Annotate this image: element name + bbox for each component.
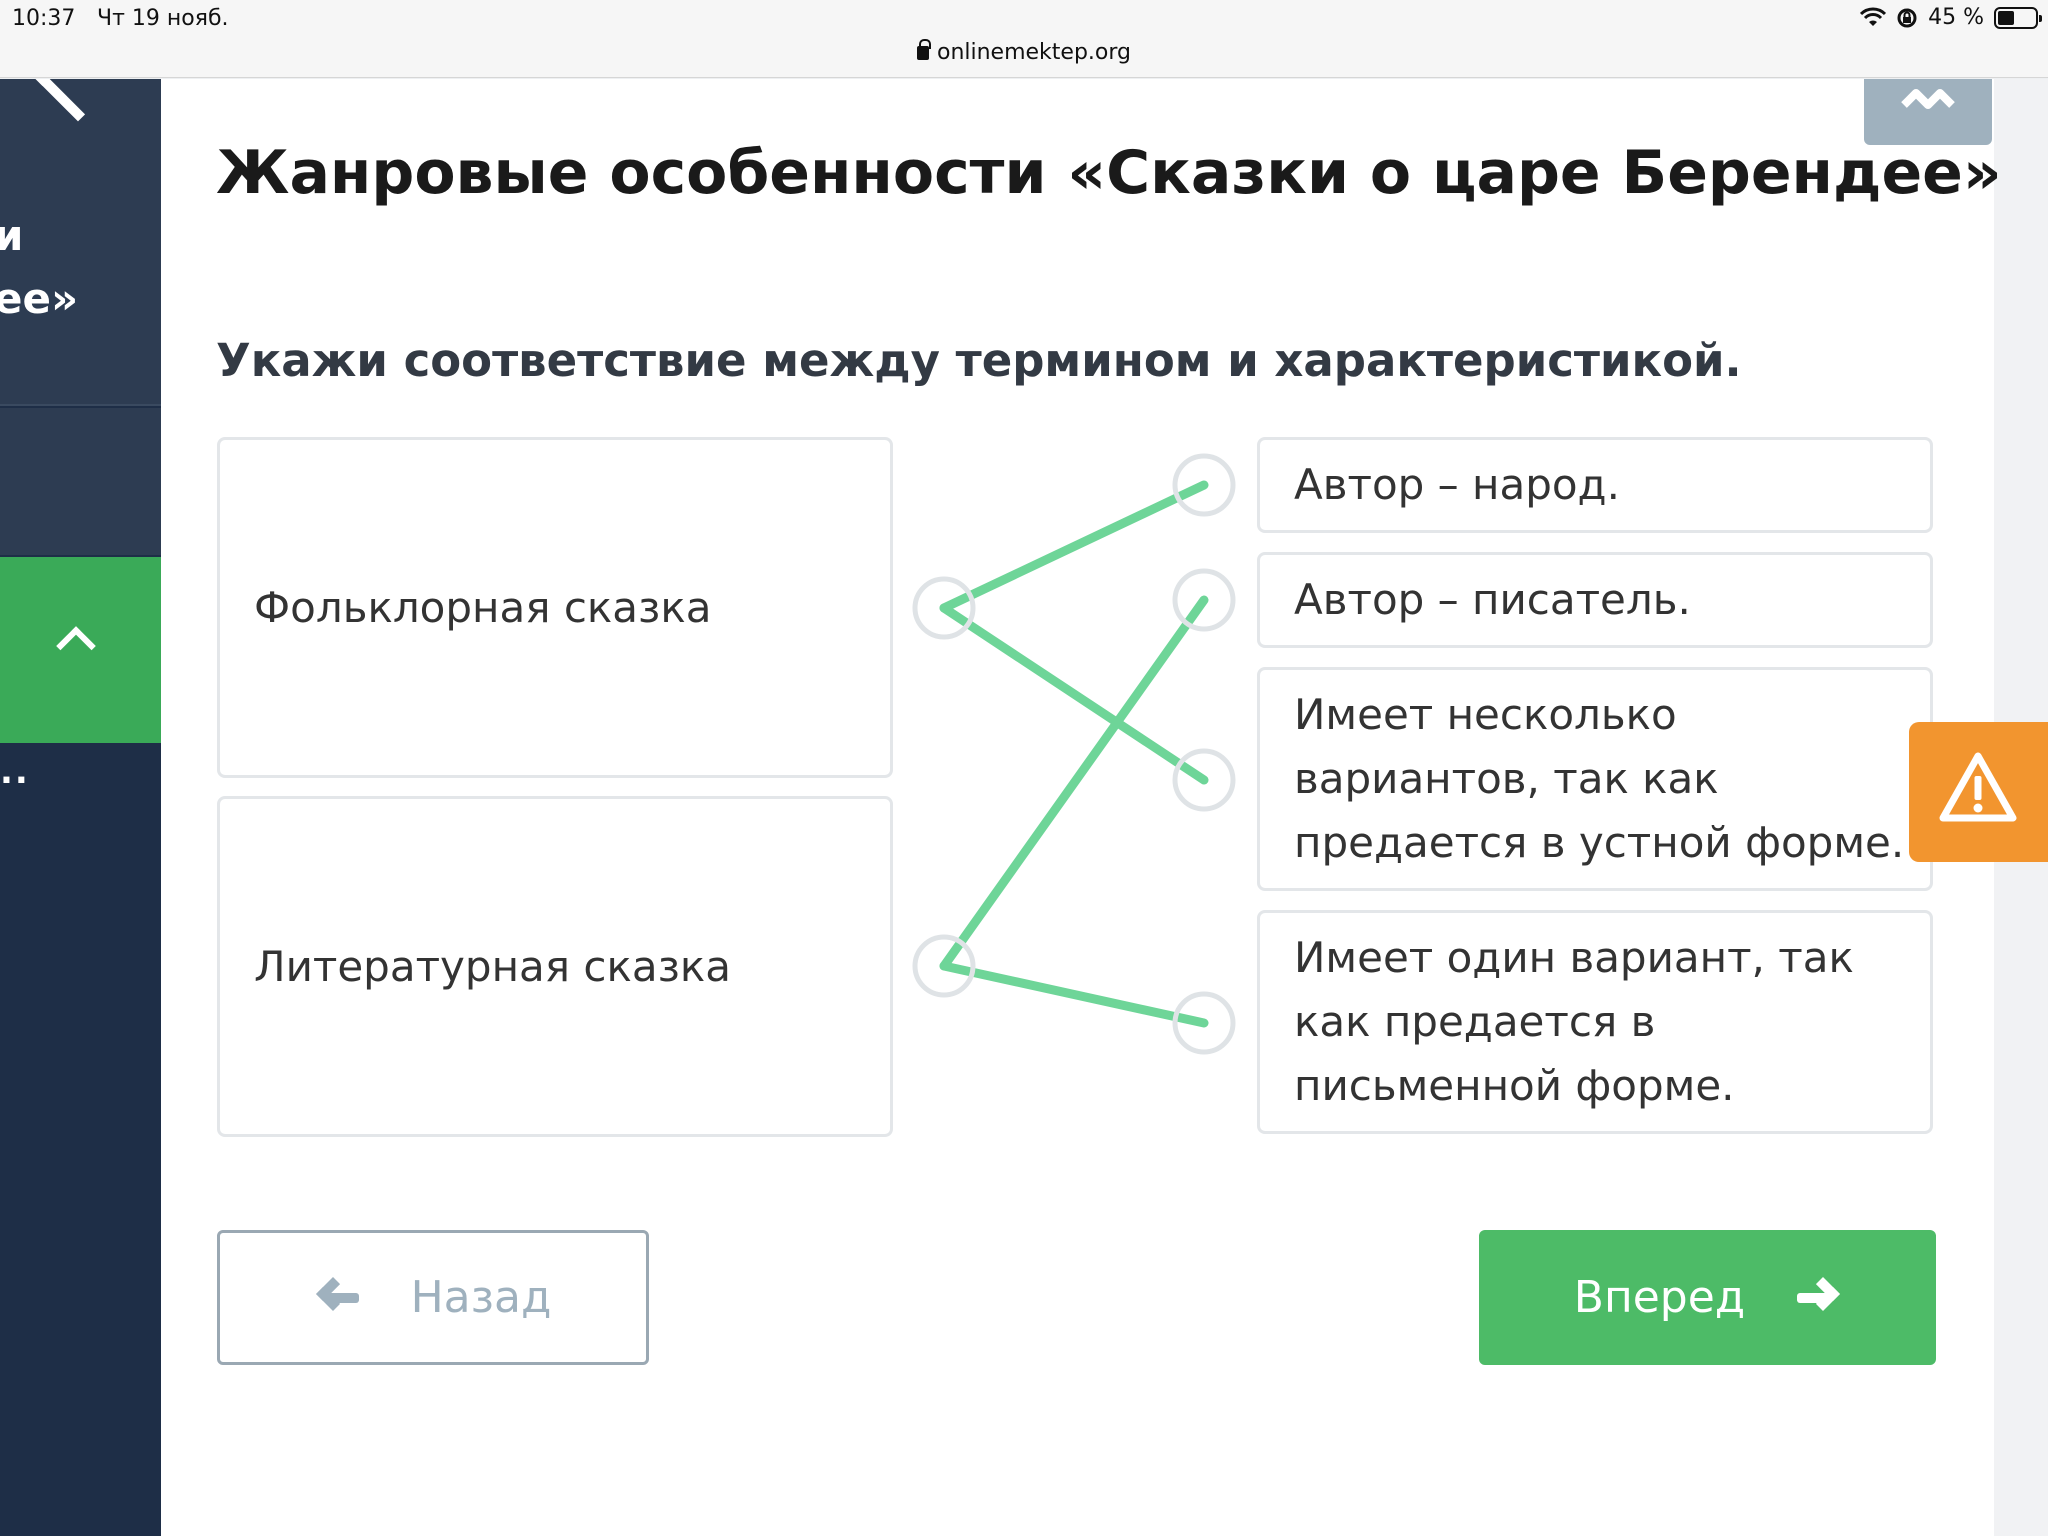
status-indicators: 45 % [1860, 5, 2042, 30]
question-text: Укажи соответствие между термином и хара… [216, 334, 1742, 387]
sidebar-item[interactable] [0, 408, 161, 555]
sidebar-text-2: ее» [0, 274, 79, 323]
url-text: onlinemektep.org [936, 40, 1131, 65]
expand-icon [1901, 89, 1955, 109]
description-label: Имеет один вариант, так как предается в … [1294, 933, 1854, 1110]
back-button-label: Назад [410, 1272, 552, 1323]
description-label: Автор – народ. [1294, 460, 1620, 509]
next-button-label: Вперед [1573, 1272, 1746, 1323]
description-card-2[interactable]: Автор – писатель. [1257, 552, 1933, 648]
description-label: Автор – писатель. [1294, 575, 1691, 624]
arrow-left-icon [315, 1276, 359, 1316]
lesson-title: Жанровые особенности «Сказки о царе Бере… [216, 138, 2002, 208]
term-label: Фольклорная сказка [254, 583, 712, 632]
next-button[interactable]: Вперед [1479, 1230, 1936, 1365]
back-chevron-icon[interactable] [35, 79, 121, 122]
rotation-lock-icon [1897, 8, 1917, 27]
status-time: 10:37 [12, 6, 76, 31]
wifi-icon [1860, 7, 1887, 26]
battery-fill [1998, 10, 2015, 25]
arrow-right-icon [1797, 1276, 1841, 1316]
report-issue-button[interactable] [1909, 722, 2048, 862]
back-button[interactable]: Назад [217, 1230, 649, 1365]
status-date: Чт 19 нояб. [97, 6, 229, 31]
status-bar: 10:37 Чт 19 нояб. onlinemektep.org 45 % [0, 0, 2048, 78]
fullscreen-button[interactable] [1864, 79, 1992, 145]
sidebar-text-1: и [0, 211, 24, 260]
warning-icon [1939, 752, 2017, 822]
chevron-up-icon[interactable] [56, 626, 96, 666]
description-label: Имеет несколько вариантов, так как преда… [1294, 690, 1905, 867]
address-bar[interactable]: onlinemektep.org [0, 39, 2048, 65]
sidebar-truncated-text: .. [0, 752, 30, 792]
battery-percent: 45 % [1928, 5, 1984, 30]
sidebar-active-item[interactable]: .. [0, 557, 161, 792]
term-label: Литературная сказка [254, 942, 732, 991]
lock-icon [916, 39, 931, 60]
term-card-folk[interactable]: Фольклорная сказка [217, 437, 893, 778]
battery-icon [1994, 6, 2042, 29]
description-card-4[interactable]: Имеет один вариант, так как предается в … [1257, 910, 1933, 1134]
sidebar-lesson-item[interactable]: и ее» [0, 79, 161, 406]
description-card-3[interactable]: Имеет несколько вариантов, так как преда… [1257, 667, 1933, 891]
description-card-1[interactable]: Автор – народ. [1257, 437, 1933, 533]
term-card-literary[interactable]: Литературная сказка [217, 796, 893, 1137]
sidebar: и ее» .. [0, 79, 161, 1536]
